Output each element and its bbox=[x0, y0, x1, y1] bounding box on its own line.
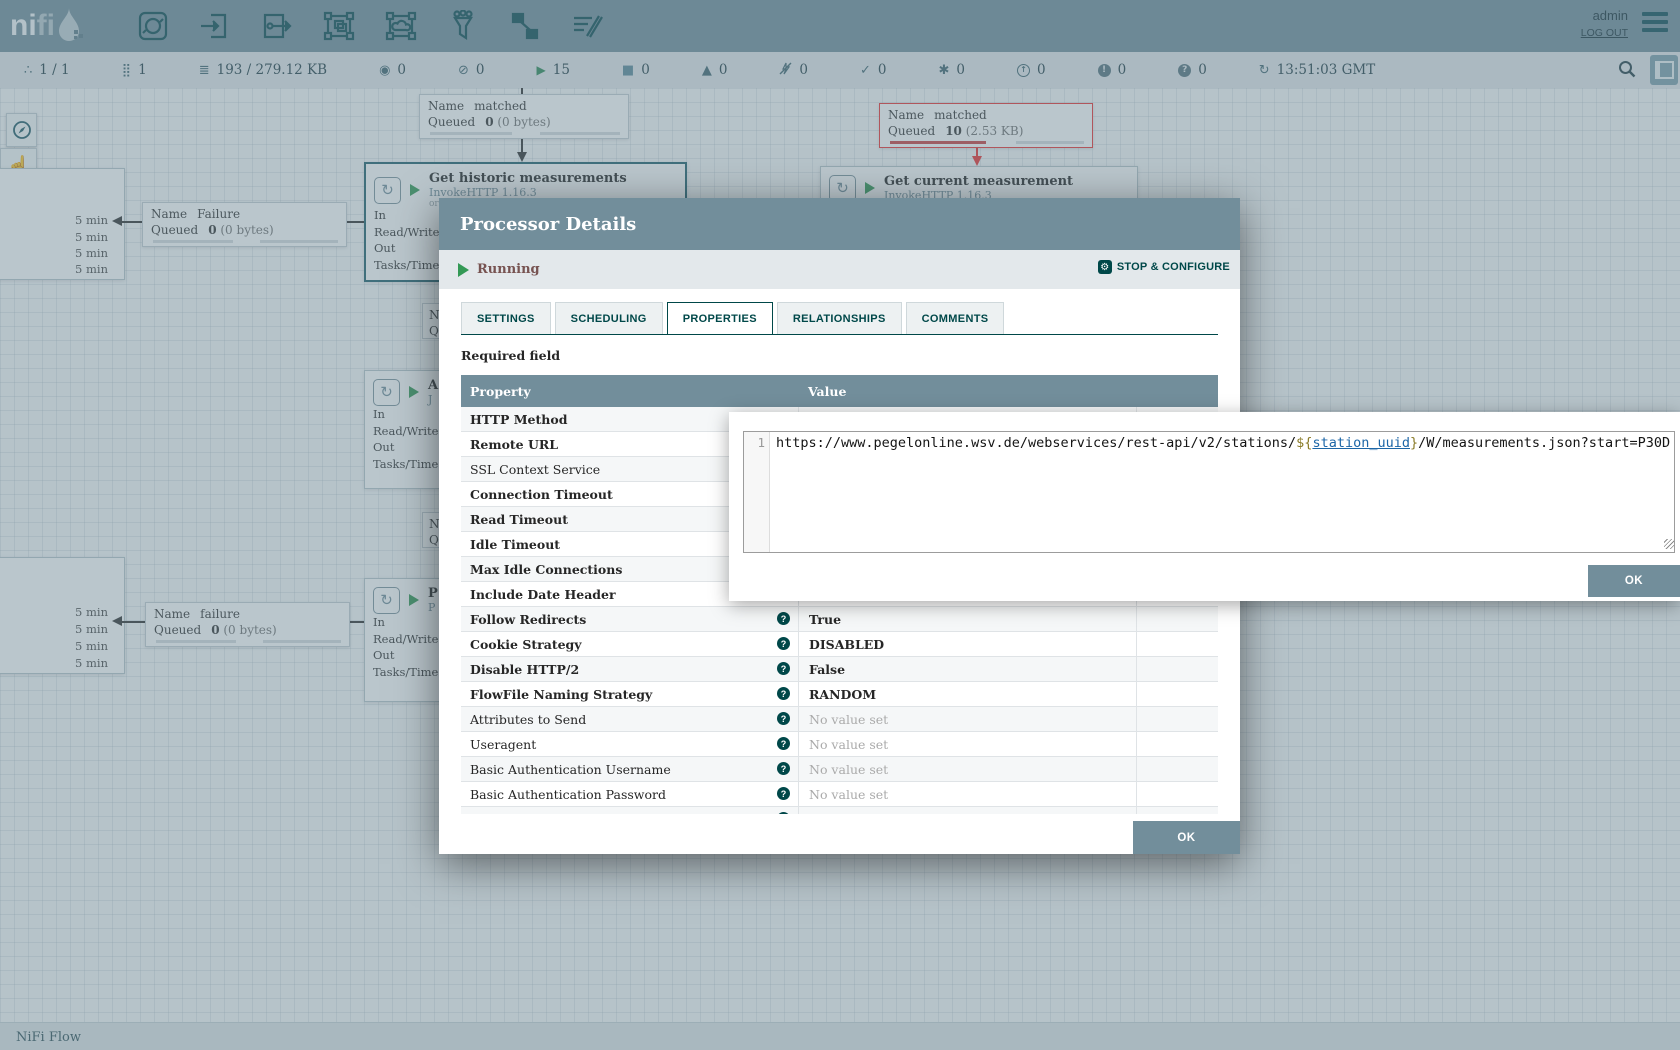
stop-configure-label: STOP & CONFIGURE bbox=[1117, 261, 1230, 273]
property-value[interactable]: No value set bbox=[798, 707, 1136, 731]
property-name: Connection Timeout bbox=[470, 487, 613, 502]
property-name: Basic Authentication Password bbox=[470, 787, 666, 802]
help-icon[interactable]: ? bbox=[777, 737, 790, 750]
value-editor-box: 1 https://www.pegelonline.wsv.de/webserv… bbox=[743, 431, 1675, 553]
editor-line-gutter: 1 bbox=[744, 432, 770, 552]
property-name: Disable HTTP/2 bbox=[470, 662, 579, 677]
property-name: Basic Authentication Username bbox=[470, 762, 671, 777]
tab-scheduling[interactable]: SCHEDULING bbox=[555, 302, 663, 334]
property-row-clipped: ? bbox=[461, 807, 1218, 814]
property-row-flowfile-naming-strategy[interactable]: FlowFile Naming Strategy? RANDOM bbox=[461, 682, 1218, 707]
el-open-brace: ${ bbox=[1296, 435, 1312, 451]
el-parameter: station_uuid bbox=[1312, 435, 1410, 451]
dialog-title: Processor Details bbox=[460, 214, 636, 235]
property-name: Max Idle Connections bbox=[470, 562, 622, 577]
tab-comments[interactable]: COMMENTS bbox=[906, 302, 1005, 334]
help-icon[interactable]: ? bbox=[777, 687, 790, 700]
editor-resize-handle[interactable] bbox=[1664, 539, 1674, 549]
el-close-brace: } bbox=[1410, 435, 1418, 451]
property-name: Useragent bbox=[470, 737, 536, 752]
property-value[interactable]: No value set bbox=[798, 732, 1136, 756]
stop-and-configure-button[interactable]: ⚙ STOP & CONFIGURE bbox=[1098, 260, 1230, 274]
help-icon[interactable]: ? bbox=[777, 762, 790, 775]
value-editor-popup: 1 https://www.pegelonline.wsv.de/webserv… bbox=[729, 412, 1680, 601]
running-icon bbox=[458, 263, 469, 277]
property-name: Follow Redirects bbox=[470, 612, 586, 627]
property-row-useragent[interactable]: Useragent? No value set bbox=[461, 732, 1218, 757]
url-text: /W/measurements.json?start=P30D bbox=[1418, 435, 1670, 451]
property-value[interactable]: DISABLED bbox=[798, 632, 1136, 656]
tab-relationships[interactable]: RELATIONSHIPS bbox=[777, 302, 902, 334]
property-value[interactable]: True bbox=[798, 607, 1136, 631]
help-icon[interactable]: ? bbox=[777, 612, 790, 625]
help-icon[interactable]: ? bbox=[777, 662, 790, 675]
property-row-disable-http2[interactable]: Disable HTTP/2? False bbox=[461, 657, 1218, 682]
property-name: Read Timeout bbox=[470, 512, 568, 527]
property-row-follow-redirects[interactable]: Follow Redirects? True bbox=[461, 607, 1218, 632]
line-number: 1 bbox=[757, 435, 765, 450]
property-name: FlowFile Naming Strategy bbox=[470, 687, 652, 702]
editor-ok-button[interactable]: OK bbox=[1588, 565, 1680, 597]
tab-settings[interactable]: SETTINGS bbox=[461, 302, 551, 334]
required-field-note: Required field bbox=[461, 348, 1218, 363]
property-row-basic-auth-password[interactable]: Basic Authentication Password? No value … bbox=[461, 782, 1218, 807]
run-status-label: Running bbox=[477, 262, 540, 277]
property-name: Remote URL bbox=[470, 437, 558, 452]
property-row-cookie-strategy[interactable]: Cookie Strategy? DISABLED bbox=[461, 632, 1218, 657]
property-column-header: Property bbox=[461, 384, 798, 399]
properties-table-header: Property Value bbox=[461, 375, 1218, 407]
property-name: Attributes to Send bbox=[470, 712, 586, 727]
dialog-tabs: SETTINGS SCHEDULING PROPERTIES RELATIONS… bbox=[461, 302, 1218, 335]
property-row-basic-auth-username[interactable]: Basic Authentication Username? No value … bbox=[461, 757, 1218, 782]
dialog-ok-button[interactable]: OK bbox=[1133, 821, 1240, 854]
property-name: Cookie Strategy bbox=[470, 637, 582, 652]
value-column-header: Value bbox=[798, 384, 1136, 399]
property-value[interactable]: No value set bbox=[798, 757, 1136, 781]
dialog-status-strip: Running ⚙ STOP & CONFIGURE bbox=[439, 250, 1240, 289]
property-value[interactable]: No value set bbox=[798, 782, 1136, 806]
stop-configure-icon: ⚙ bbox=[1098, 260, 1112, 274]
tab-properties[interactable]: PROPERTIES bbox=[667, 302, 773, 335]
url-text: https://www.pegelonline.wsv.de/webservic… bbox=[776, 435, 1296, 451]
property-name: Include Date Header bbox=[470, 587, 616, 602]
property-value[interactable]: False bbox=[798, 657, 1136, 681]
property-name: SSL Context Service bbox=[470, 462, 600, 477]
property-row-attributes-to-send[interactable]: Attributes to Send? No value set bbox=[461, 707, 1218, 732]
property-value[interactable]: RANDOM bbox=[798, 682, 1136, 706]
help-icon[interactable]: ? bbox=[777, 787, 790, 800]
property-name: HTTP Method bbox=[470, 412, 567, 427]
dialog-header: Processor Details bbox=[439, 198, 1240, 250]
nifi-app: nifi bbox=[0, 0, 1680, 1050]
help-icon[interactable]: ? bbox=[777, 712, 790, 725]
help-icon[interactable]: ? bbox=[777, 637, 790, 650]
property-name: Idle Timeout bbox=[470, 537, 560, 552]
help-icon: ? bbox=[777, 812, 790, 814]
editor-code-input[interactable]: https://www.pegelonline.wsv.de/webservic… bbox=[770, 432, 1674, 552]
